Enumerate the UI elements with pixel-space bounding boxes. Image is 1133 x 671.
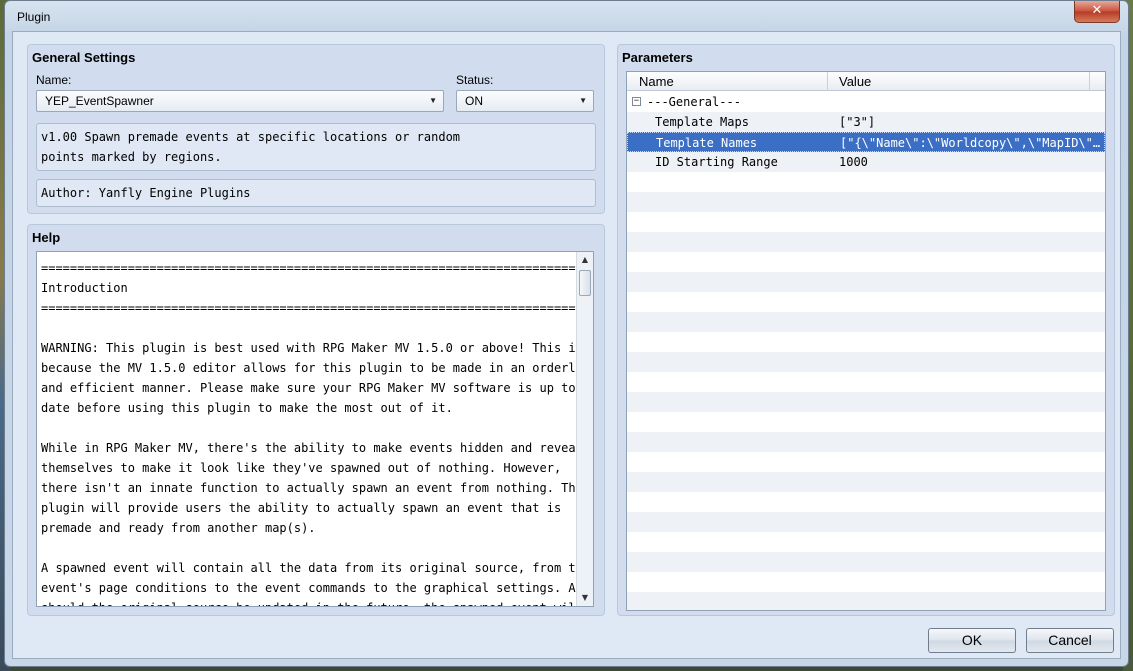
empty-row <box>627 592 1105 610</box>
scroll-down-icon[interactable]: ▼ <box>577 590 593 606</box>
status-label: Status: <box>456 73 494 87</box>
help-group: Help ===================================… <box>27 224 605 616</box>
empty-row <box>627 192 1105 212</box>
param-name: Template Maps <box>655 115 749 129</box>
parameters-title: Parameters <box>622 50 693 65</box>
empty-row <box>627 512 1105 532</box>
empty-row <box>627 252 1105 272</box>
empty-row <box>627 292 1105 312</box>
column-divider <box>827 72 828 91</box>
column-header-value[interactable]: Value <box>839 74 871 89</box>
general-settings-title: General Settings <box>32 50 136 65</box>
empty-row <box>627 212 1105 232</box>
table-row-selected[interactable]: Template Names ["{\"Name\":\"Worldcopy\"… <box>627 132 1105 152</box>
close-icon: ✕ <box>1091 3 1103 18</box>
chevron-down-icon: ▼ <box>429 96 437 105</box>
empty-row <box>627 352 1105 372</box>
empty-row <box>627 332 1105 352</box>
cancel-button[interactable]: Cancel <box>1026 628 1114 653</box>
empty-row <box>627 272 1105 292</box>
ok-button[interactable]: OK <box>928 628 1016 653</box>
empty-row <box>627 452 1105 472</box>
plugin-dialog: Plugin ✕ General Settings Name: YEP_Even… <box>4 0 1129 667</box>
column-divider <box>1089 72 1090 91</box>
param-value: ["3"] <box>839 115 876 129</box>
param-value: ["{\"Name\":\"Worldcopy\",\"MapID\"… <box>840 136 1101 150</box>
empty-row <box>627 472 1105 492</box>
chevron-down-icon: ▼ <box>579 96 587 105</box>
column-header-name[interactable]: Name <box>639 74 674 89</box>
close-button[interactable]: ✕ <box>1074 1 1120 23</box>
titlebar: Plugin ✕ <box>5 1 1128 35</box>
help-text: ========================================… <box>41 261 590 606</box>
table-header: Name Value <box>627 72 1105 91</box>
parameters-table: Name Value − ---General--- Template Maps… <box>626 71 1106 611</box>
name-label: Name: <box>36 73 72 87</box>
empty-row <box>627 232 1105 252</box>
dialog-client-area: General Settings Name: YEP_EventSpawner … <box>12 31 1121 659</box>
window-title: Plugin <box>17 10 51 24</box>
group-row-general[interactable]: − ---General--- <box>627 92 1105 112</box>
help-title: Help <box>32 230 61 245</box>
author-box: Author: Yanfly Engine Plugins <box>36 179 596 207</box>
param-name: ID Starting Range <box>655 155 778 169</box>
status-select[interactable]: ON ▼ <box>456 90 594 112</box>
param-value: 1000 <box>839 155 868 169</box>
name-select-value: YEP_EventSpawner <box>45 94 154 108</box>
collapse-icon[interactable]: − <box>632 97 641 106</box>
general-settings-group: General Settings Name: YEP_EventSpawner … <box>27 44 605 214</box>
scroll-thumb[interactable] <box>579 270 591 296</box>
empty-row <box>627 492 1105 512</box>
empty-row <box>627 412 1105 432</box>
empty-row <box>627 572 1105 592</box>
empty-row <box>627 172 1105 192</box>
empty-row <box>627 372 1105 392</box>
table-row[interactable]: Template Maps ["3"] <box>627 112 1105 132</box>
parameter-rows: − ---General--- Template Maps ["3"] Temp… <box>627 92 1105 610</box>
parameters-group: Parameters Name Value − ---General--- Te… <box>617 44 1115 616</box>
empty-row <box>627 312 1105 332</box>
help-scrollbar[interactable]: ▲ ▼ <box>576 252 593 606</box>
status-select-value: ON <box>465 94 483 108</box>
description-box: v1.00 Spawn premade events at specific l… <box>36 123 596 171</box>
name-select[interactable]: YEP_EventSpawner ▼ <box>36 90 444 112</box>
table-row[interactable]: ID Starting Range 1000 <box>627 152 1105 172</box>
scroll-up-icon[interactable]: ▲ <box>577 252 593 268</box>
param-name: Template Names <box>656 136 758 150</box>
empty-row <box>627 392 1105 412</box>
empty-row <box>627 552 1105 572</box>
help-textbox[interactable]: ========================================… <box>36 251 594 607</box>
group-label: ---General--- <box>647 95 741 109</box>
empty-row <box>627 532 1105 552</box>
empty-row <box>627 432 1105 452</box>
